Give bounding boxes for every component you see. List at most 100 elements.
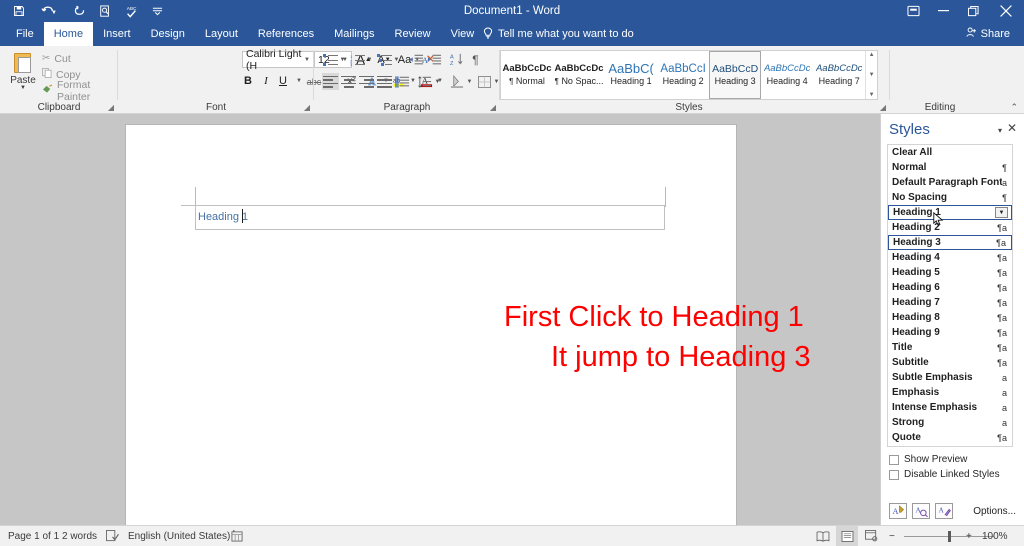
window-controls[interactable] [898, 0, 1024, 22]
style-item-heading-3[interactable]: Heading 3 ¶a [888, 235, 1012, 250]
style-item-subtle-emphasis[interactable]: Subtle Emphasis a [888, 370, 1012, 385]
styles-list[interactable]: Clear All Normal ¶ Default Paragraph Fon… [887, 144, 1013, 447]
tab-review[interactable]: Review [385, 22, 441, 46]
bullets-button[interactable] [322, 51, 338, 68]
web-layout-button[interactable] [860, 526, 882, 546]
web-layout-icon[interactable] [860, 526, 882, 546]
collapse-ribbon-button[interactable]: ⌃ [1010, 102, 1018, 113]
ribbon-display-options-icon[interactable] [898, 0, 928, 22]
justify-button[interactable] [376, 73, 393, 90]
style-item-default-paragraph-font[interactable]: Default Paragraph Font a [888, 175, 1012, 190]
gallery-style-heading-2[interactable]: AaBbCcI Heading 2 [657, 51, 709, 99]
style-inspector-button[interactable]: A [912, 503, 930, 519]
show-formatting-marks-button[interactable]: ¶ [468, 51, 483, 68]
share-button[interactable]: Share [957, 25, 1018, 43]
gallery-style-normal[interactable]: AaBbCcDc ¶ Normal [501, 51, 553, 99]
multilevel-list-button[interactable] [376, 51, 392, 68]
zoom-out-button[interactable]: − [889, 526, 895, 546]
manage-styles-button[interactable]: A [935, 503, 953, 519]
print-layout-icon[interactable] [836, 526, 858, 546]
document-table[interactable] [195, 205, 665, 230]
new-style-button[interactable]: A [889, 503, 907, 519]
minimize-button[interactable] [928, 0, 958, 22]
sort-button[interactable]: AZ [448, 51, 465, 68]
gallery-scroll-down-icon[interactable]: ▼ [869, 72, 875, 78]
numbering-button[interactable]: 123 [349, 51, 365, 68]
style-item-heading-6[interactable]: Heading 6 ¶a [888, 280, 1012, 295]
paste-dropdown-icon[interactable]: ▼ [20, 85, 26, 91]
gallery-scroll-up-icon[interactable]: ▲ [869, 52, 875, 58]
italic-button[interactable]: I [257, 72, 275, 90]
style-item-heading-1[interactable]: Heading 1 ▼ [888, 205, 1012, 226]
tab-file[interactable]: File [6, 22, 44, 46]
show-preview-row[interactable]: Show Preview [889, 454, 967, 465]
print-layout-button[interactable] [836, 526, 858, 546]
bullets-dropdown-icon[interactable]: ▼ [338, 51, 347, 68]
align-center-button[interactable] [340, 73, 357, 90]
style-item-intense-emphasis[interactable]: Intense Emphasis a [888, 400, 1012, 415]
align-left-button[interactable] [322, 73, 339, 90]
disable-linked-styles-row[interactable]: Disable Linked Styles [889, 469, 1000, 480]
tell-me-box[interactable]: Tell me what you want to do [483, 22, 634, 46]
close-button[interactable] [988, 0, 1024, 22]
style-item-heading-9[interactable]: Heading 9 ¶a [888, 325, 1012, 340]
disable-linked-styles-checkbox[interactable] [889, 469, 899, 480]
style-item-emphasis[interactable]: Emphasis a [888, 385, 1012, 400]
paste-button[interactable]: Paste ▼ [6, 49, 40, 97]
styles-options-link[interactable]: Options... [973, 506, 1016, 517]
ribbon-tabs[interactable]: File Home Insert Design Layout Reference… [6, 22, 484, 46]
read-mode-icon[interactable] [812, 526, 834, 546]
cut-button[interactable]: ✂ Cut [42, 51, 71, 66]
paragraph-dialog-launcher[interactable]: ◢ [490, 103, 496, 112]
multilevel-dropdown-icon[interactable]: ▼ [392, 51, 401, 68]
tab-mailings[interactable]: Mailings [324, 22, 384, 46]
style-item-dropdown-icon[interactable]: ▼ [995, 207, 1008, 218]
tab-design[interactable]: Design [141, 22, 195, 46]
gallery-style-heading-1[interactable]: AaBbC( Heading 1 [605, 51, 657, 99]
tab-home[interactable]: Home [43, 22, 94, 46]
style-item-no-spacing[interactable]: No Spacing ¶ [888, 190, 1012, 205]
style-item-heading-8[interactable]: Heading 8 ¶a [888, 310, 1012, 325]
restore-button[interactable] [958, 0, 988, 22]
accessibility-icon[interactable] [231, 526, 243, 546]
font-name-dropdown-icon[interactable]: ▼ [304, 57, 310, 63]
style-item-strong[interactable]: Strong a [888, 415, 1012, 430]
styles-gallery[interactable]: AaBbCcDc ¶ Normal AaBbCcDc ¶ No Spac... … [500, 50, 878, 100]
increase-indent-button[interactable] [426, 51, 443, 68]
line-spacing-icon-button[interactable] [394, 73, 411, 90]
language-indicator[interactable]: English (United States) [128, 526, 230, 546]
show-preview-checkbox[interactable] [889, 454, 899, 465]
numbering-dropdown-icon[interactable]: ▼ [365, 51, 374, 68]
style-item-heading-7[interactable]: Heading 7 ¶a [888, 295, 1012, 310]
styles-pane-buttons[interactable]: A A A [889, 503, 953, 519]
tab-insert[interactable]: Insert [93, 22, 141, 46]
gallery-style-heading-4[interactable]: AaBbCcDc Heading 4 [761, 51, 813, 99]
pane-options-dropdown-icon[interactable]: ▾ [998, 126, 1002, 135]
decrease-indent-button[interactable] [408, 51, 425, 68]
word-count[interactable]: 2 words [62, 526, 97, 546]
borders-button[interactable] [477, 73, 492, 90]
line-spacing-dropdown-icon[interactable]: ▼ [433, 73, 442, 90]
style-item-title[interactable]: Title ¶a [888, 340, 1012, 355]
gallery-style-heading-3[interactable]: AaBbCcD Heading 3 [709, 51, 762, 99]
style-item-quote[interactable]: Quote ¶a [888, 430, 1012, 445]
read-mode-button[interactable] [812, 526, 834, 546]
shading-button[interactable] [448, 73, 465, 90]
document-canvas[interactable]: Heading 1 First Click to Heading 1 It ju… [0, 114, 880, 525]
style-item-heading-5[interactable]: Heading 5 ¶a [888, 265, 1012, 280]
heading-paragraph-text[interactable]: Heading 1 [198, 211, 248, 223]
style-item-subtitle[interactable]: Subtitle ¶a [888, 355, 1012, 370]
shading-dropdown-icon[interactable]: ▼ [465, 73, 474, 90]
bold-button[interactable]: B [239, 72, 257, 90]
styles-dialog-launcher[interactable]: ◢ [880, 103, 886, 112]
tab-view[interactable]: View [441, 22, 485, 46]
align-right-button[interactable] [358, 73, 375, 90]
gallery-style-heading-7[interactable]: AaBbCcDc Heading 7 [813, 51, 865, 99]
gallery-scroll-buttons[interactable]: ▲ ▼ ▼ [865, 51, 877, 99]
pane-close-icon[interactable]: ✕ [1007, 122, 1017, 134]
zoom-in-button[interactable]: + [966, 526, 972, 546]
gallery-more-icon[interactable]: ▼ [869, 92, 875, 98]
proofing-icon[interactable] [106, 526, 119, 546]
zoom-slider-thumb[interactable] [948, 531, 951, 542]
zoom-level-label[interactable]: 100% [982, 526, 1008, 546]
